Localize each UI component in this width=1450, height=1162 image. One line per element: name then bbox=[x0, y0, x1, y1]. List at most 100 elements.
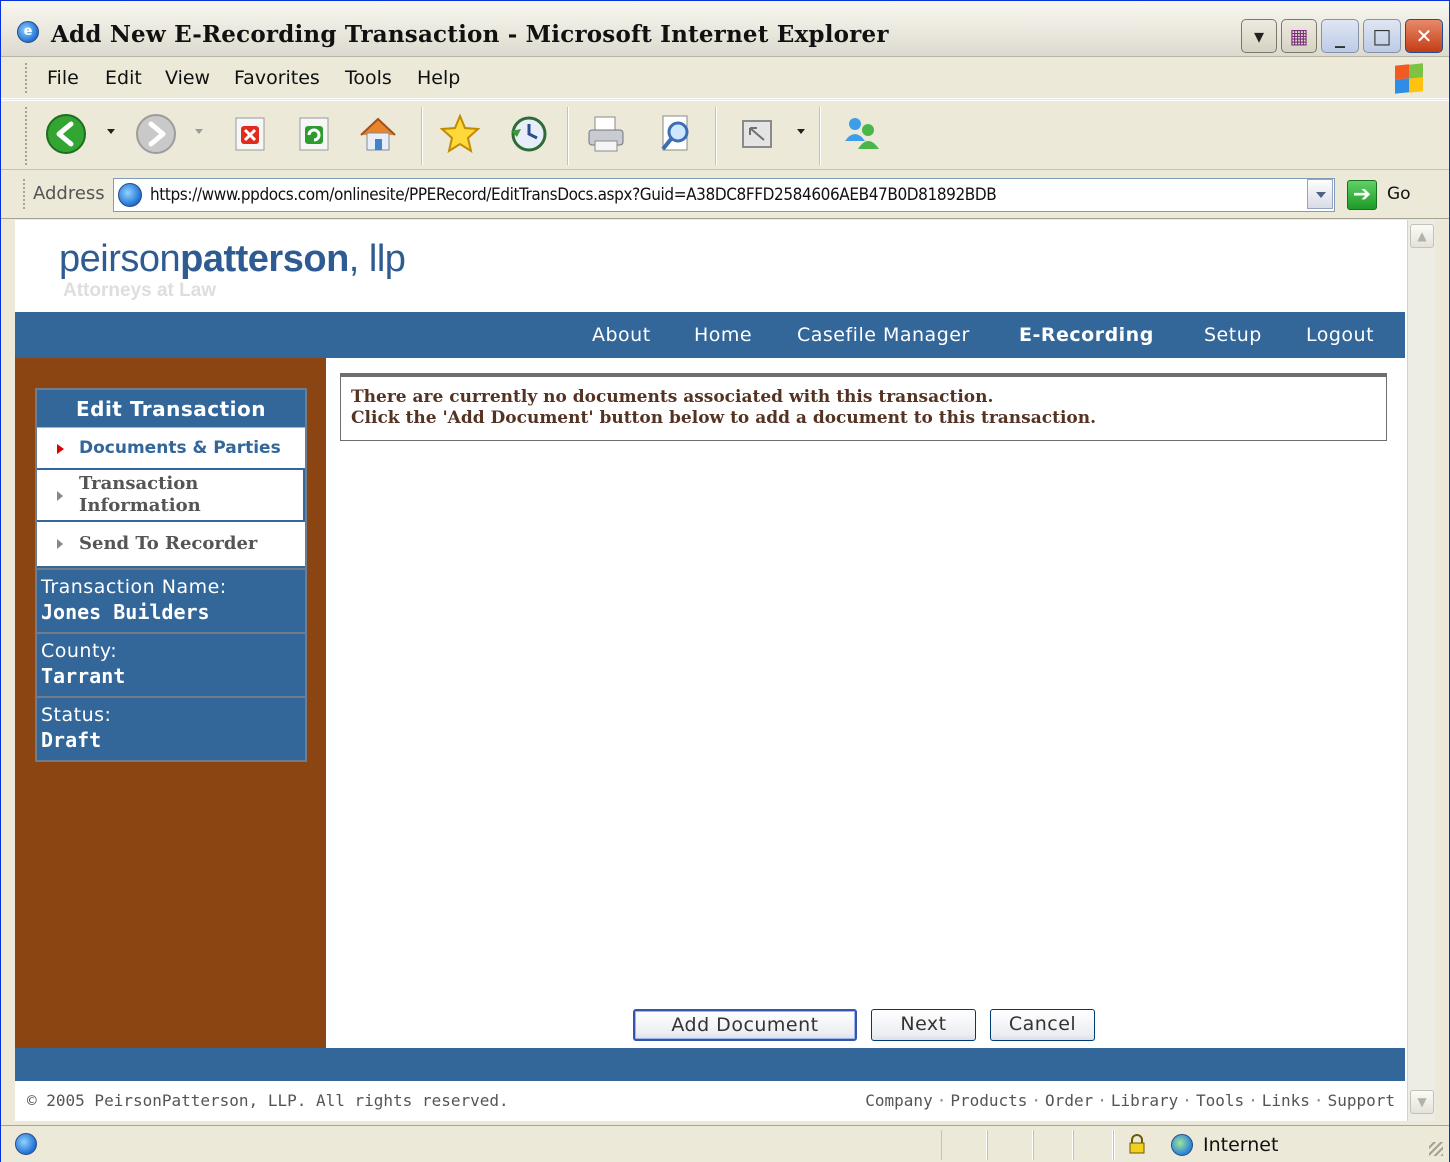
back-icon[interactable] bbox=[45, 113, 87, 155]
media-icon[interactable]: ▦ bbox=[1281, 19, 1317, 53]
toolbar-grip bbox=[25, 107, 28, 165]
maximize-button[interactable]: □ bbox=[1363, 19, 1401, 53]
active-arrow-icon bbox=[57, 444, 64, 454]
nav-e-recording[interactable]: E-Recording bbox=[1019, 324, 1154, 346]
footer-separator: · bbox=[1182, 1091, 1192, 1110]
title-bar: e Add New E-Recording Transaction - Micr… bbox=[1, 1, 1449, 57]
lock-icon[interactable] bbox=[1127, 1134, 1147, 1154]
footer-link-links[interactable]: Links bbox=[1262, 1091, 1310, 1110]
site-logo[interactable]: peirsonpatterson, llp bbox=[59, 238, 406, 281]
browser-window: e Add New E-Recording Transaction - Micr… bbox=[0, 0, 1450, 1162]
standard-toolbar bbox=[1, 100, 1449, 170]
footer-link-company[interactable]: Company bbox=[865, 1091, 932, 1110]
refresh-icon[interactable] bbox=[293, 113, 335, 155]
footer-link-order[interactable]: Order bbox=[1045, 1091, 1093, 1110]
menu-tools[interactable]: Tools bbox=[345, 67, 392, 89]
cancel-button[interactable]: Cancel bbox=[990, 1009, 1095, 1041]
status-segment bbox=[1113, 1130, 1115, 1160]
page-viewport: peirsonpatterson, llp Attorneys at Law A… bbox=[15, 220, 1407, 1121]
stop-icon[interactable] bbox=[229, 113, 271, 155]
home-icon[interactable] bbox=[357, 113, 399, 155]
nav-about[interactable]: About bbox=[592, 324, 651, 346]
toolbar-separator bbox=[567, 107, 569, 165]
status-block: Status: Draft bbox=[37, 696, 305, 760]
footer-separator: · bbox=[1031, 1091, 1042, 1110]
close-button[interactable]: ✕ bbox=[1405, 19, 1443, 53]
status-bar: Internet bbox=[1, 1125, 1449, 1162]
messenger-icon[interactable] bbox=[841, 113, 883, 155]
county-label: County: bbox=[41, 640, 118, 662]
menu-bar: File Edit View Favorites Tools Help bbox=[1, 57, 1449, 99]
footer-link-library[interactable]: Library bbox=[1111, 1091, 1178, 1110]
menu-grip bbox=[25, 63, 28, 93]
address-dropdown-button[interactable] bbox=[1307, 179, 1333, 209]
next-button[interactable]: Next bbox=[871, 1009, 976, 1041]
menu-edit[interactable]: Edit bbox=[105, 67, 142, 89]
sidebar-item-label: Documents & Parties bbox=[79, 438, 281, 458]
transaction-name-value: Jones Builders bbox=[41, 600, 210, 624]
status-label: Status: bbox=[41, 704, 112, 726]
forward-dropdown-icon[interactable] bbox=[195, 129, 203, 134]
address-url[interactable]: https://www.ppdocs.com/onlinesite/PPERec… bbox=[150, 185, 997, 205]
history-icon[interactable] bbox=[507, 113, 549, 155]
print-icon[interactable] bbox=[585, 113, 627, 155]
footer-separator: · bbox=[1248, 1091, 1258, 1110]
window-icon[interactable] bbox=[737, 113, 779, 155]
scroll-down-icon[interactable]: ▼ bbox=[1410, 1090, 1434, 1114]
print-preview-icon[interactable] bbox=[655, 113, 697, 155]
footer-separator: · bbox=[1313, 1091, 1324, 1110]
window-title: Add New E-Recording Transaction - Micros… bbox=[51, 21, 889, 48]
panel-heading: Edit Transaction bbox=[37, 390, 305, 428]
county-value: Tarrant bbox=[41, 664, 126, 688]
resize-grip-icon[interactable] bbox=[1429, 1142, 1443, 1156]
footer-separator: · bbox=[1097, 1091, 1107, 1110]
window-dropdown-icon[interactable] bbox=[797, 129, 805, 134]
add-document-button[interactable]: Add Document bbox=[633, 1009, 857, 1041]
transaction-name-label: Transaction Name: bbox=[41, 576, 227, 598]
window-controls: ▾ ▦ _ □ ✕ bbox=[1241, 19, 1443, 53]
site-tagline: Attorneys at Law bbox=[63, 280, 217, 301]
menu-file[interactable]: File bbox=[47, 67, 79, 89]
status-segment bbox=[941, 1130, 987, 1160]
nav-home[interactable]: Home bbox=[694, 324, 752, 346]
security-zone-label: Internet bbox=[1203, 1134, 1279, 1156]
go-button[interactable]: Go bbox=[1387, 184, 1411, 204]
nav-logout[interactable]: Logout bbox=[1306, 324, 1374, 346]
sidebar-item-label: Send To Recorder bbox=[79, 533, 258, 554]
menu-help[interactable]: Help bbox=[417, 67, 460, 89]
transaction-name-block: Transaction Name: Jones Builders bbox=[37, 568, 305, 632]
nav-setup[interactable]: Setup bbox=[1204, 324, 1262, 346]
footer-links: Company · Products · Order · Library · Tools · Lin… bbox=[865, 1091, 1395, 1110]
favorites-icon[interactable] bbox=[439, 113, 481, 155]
footer-bar bbox=[15, 1048, 1405, 1081]
site-nav: About Home Casefile Manager E-Recording … bbox=[15, 312, 1405, 358]
logo-part-light: peirson bbox=[59, 238, 181, 280]
sidebar-item-transaction-information[interactable]: Transaction Information bbox=[37, 470, 303, 522]
sidebar-item-documents-parties[interactable]: Documents & Parties bbox=[37, 428, 305, 470]
nav-casefile-manager[interactable]: Casefile Manager bbox=[797, 324, 970, 346]
taskbar-toggle-icon[interactable]: ▾ bbox=[1241, 19, 1277, 53]
footer-link-tools[interactable]: Tools bbox=[1196, 1091, 1244, 1110]
footer-link-support[interactable]: Support bbox=[1328, 1091, 1395, 1110]
logo-part-suffix: , llp bbox=[348, 238, 406, 280]
menu-view[interactable]: View bbox=[165, 67, 210, 89]
sidebar-item-label: Transaction Information bbox=[79, 473, 201, 516]
back-dropdown-icon[interactable] bbox=[107, 129, 115, 134]
arrow-icon bbox=[57, 491, 63, 501]
sidebar-item-send-to-recorder[interactable]: Send To Recorder bbox=[37, 522, 305, 568]
address-input[interactable]: https://www.ppdocs.com/onlinesite/PPERec… bbox=[113, 178, 1335, 212]
ie-icon: e bbox=[17, 21, 39, 43]
scroll-up-icon[interactable]: ▲ bbox=[1410, 224, 1434, 248]
menu-favorites[interactable]: Favorites bbox=[234, 67, 320, 89]
edit-transaction-panel: Edit Transaction Documents & Parties Tra… bbox=[35, 388, 307, 762]
minimize-button[interactable]: _ bbox=[1321, 19, 1359, 53]
footer-link-products[interactable]: Products bbox=[950, 1091, 1027, 1110]
page-icon bbox=[118, 183, 142, 207]
forward-icon[interactable] bbox=[135, 113, 177, 155]
county-block: County: Tarrant bbox=[37, 632, 305, 696]
status-segment bbox=[1073, 1130, 1113, 1160]
toolbar-separator bbox=[819, 107, 821, 165]
sidebar: Edit Transaction Documents & Parties Tra… bbox=[15, 358, 326, 1048]
vertical-scrollbar[interactable]: ▲ ▼ bbox=[1407, 220, 1435, 1121]
go-arrow-icon[interactable]: ➔ bbox=[1347, 180, 1377, 210]
